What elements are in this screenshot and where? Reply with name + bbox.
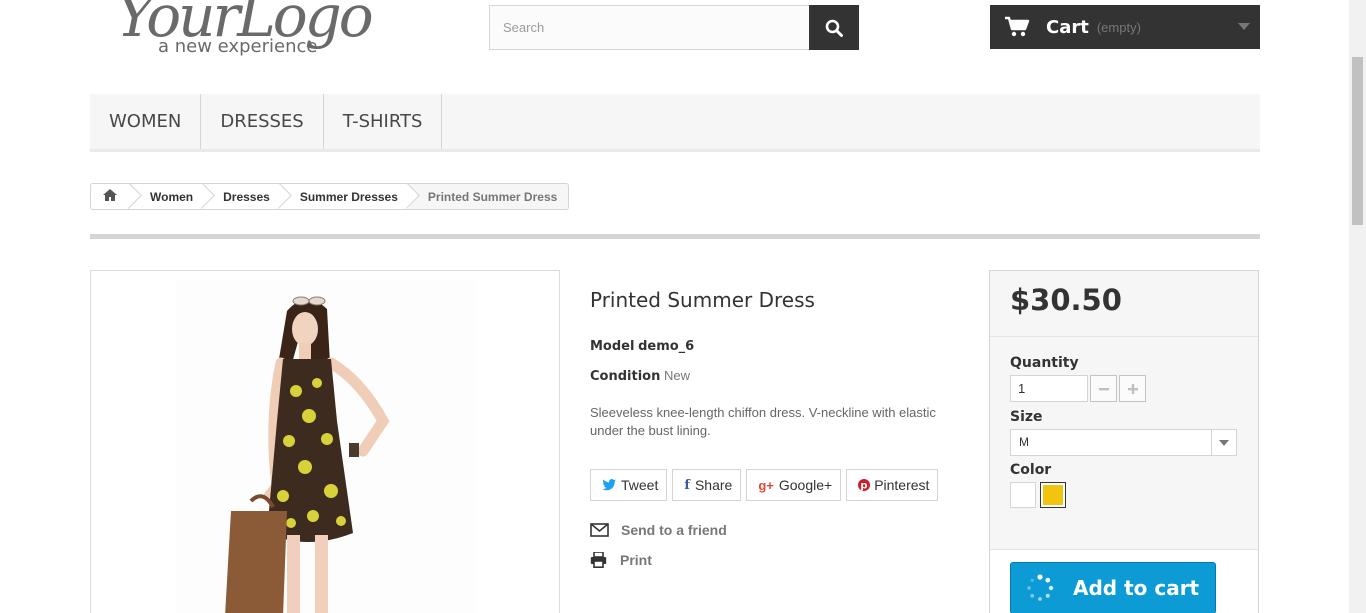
quantity-decrease-button[interactable] (1090, 375, 1117, 402)
scrollbar-thumb[interactable] (1352, 57, 1363, 225)
breadcrumb-label: Summer Dresses (299, 189, 398, 204)
buy-box: $30.50 Quantity Size M Color (989, 270, 1259, 613)
breadcrumb-home[interactable] (91, 184, 131, 209)
product-image[interactable] (90, 270, 560, 613)
quantity-stepper (1010, 375, 1238, 402)
product-description: Sleeveless knee-length chiffon dress. V-… (590, 405, 936, 438)
quantity-input[interactable] (1010, 375, 1088, 402)
svg-text:p: p (861, 481, 868, 492)
price-box: $30.50 (990, 271, 1258, 337)
color-picker (1010, 482, 1238, 508)
menu-item-dresses[interactable]: DRESSES (201, 94, 324, 149)
main-menu: WOMEN DRESSES T-SHIRTS (90, 94, 1260, 152)
pinterest-button[interactable]: p Pinterest (846, 469, 939, 501)
site-logo[interactable]: YourLogo a new experience (110, 0, 410, 58)
twitter-icon (602, 479, 616, 491)
logo-tagline: a new experience (158, 36, 317, 57)
breadcrumb-summer-dresses[interactable]: Summer Dresses (280, 184, 409, 209)
minus-icon (1098, 387, 1109, 390)
product-attributes: Quantity Size M Color (990, 337, 1258, 508)
menu-item-tshirts[interactable]: T-SHIRTS (324, 94, 443, 149)
send-to-friend-link[interactable]: Send to a friend (590, 515, 950, 545)
home-icon (103, 189, 117, 201)
search-input[interactable] (489, 5, 809, 50)
add-to-cart-area: Add to cart (990, 549, 1258, 613)
breadcrumb-current: Printed Summer Dress (408, 184, 569, 209)
cart-status: (empty) (1096, 19, 1141, 35)
printer-icon (590, 552, 607, 568)
breadcrumb-label: Dresses (223, 189, 270, 204)
color-label: Color (1010, 462, 1052, 478)
chevron-down-icon[interactable] (1211, 430, 1236, 455)
product-condition: Condition New (590, 368, 950, 384)
search-button[interactable] (809, 5, 859, 50)
facebook-share-button[interactable]: f Share (672, 469, 742, 501)
loading-spinner-icon (1027, 574, 1054, 601)
add-to-cart-button[interactable]: Add to cart (1010, 562, 1216, 613)
model-label: Model (590, 339, 635, 354)
product-price: $30.50 (1010, 283, 1122, 317)
color-swatch-yellow[interactable] (1040, 482, 1066, 508)
model-value: demo_6 (638, 339, 695, 354)
breadcrumb-women[interactable]: Women (131, 184, 205, 209)
quantity-increase-button[interactable] (1119, 375, 1146, 402)
quantity-label: Quantity (1010, 355, 1079, 371)
google-plus-icon: g+ (758, 477, 774, 493)
print-link[interactable]: Print (590, 545, 950, 575)
pinterest-label: Pinterest (874, 477, 930, 493)
envelope-icon (590, 523, 609, 537)
section-divider (90, 234, 1260, 239)
size-value: M (1019, 435, 1029, 449)
breadcrumb-label: Printed Summer Dress (427, 189, 558, 204)
facebook-icon: f (684, 477, 690, 493)
condition-value: New (663, 368, 690, 383)
dress-model-image (176, 281, 476, 613)
google-plus-label: Google+ (778, 477, 833, 493)
product-reference: Model demo_6 (590, 338, 950, 354)
cart-title: Cart (1046, 16, 1089, 38)
condition-label: Condition (590, 369, 661, 384)
breadcrumb: Women Dresses Summer Dresses Printed Sum… (90, 183, 570, 210)
breadcrumb-label: Women (150, 189, 194, 204)
share-label: Share (694, 477, 733, 493)
color-swatch-white[interactable] (1010, 482, 1036, 508)
chevron-down-icon[interactable] (1238, 23, 1250, 30)
breadcrumb-dresses[interactable]: Dresses (204, 184, 281, 209)
tweet-label: Tweet (621, 477, 659, 493)
search-icon (825, 19, 843, 37)
add-to-cart-label: Add to cart (1073, 576, 1200, 600)
tweet-button[interactable]: Tweet (590, 469, 668, 501)
product-links: Send to a friend Print (590, 515, 950, 575)
pinterest-icon: p (858, 479, 871, 492)
page-scrollbar[interactable] (1349, 0, 1366, 613)
search-form (489, 5, 859, 50)
product-info: Printed Summer Dress Model demo_6 Condit… (590, 288, 950, 575)
size-select[interactable]: M (1010, 429, 1237, 456)
cart-block[interactable]: Cart (empty) (990, 5, 1260, 49)
product-title: Printed Summer Dress (590, 288, 815, 312)
send-to-friend-label: Send to a friend (621, 522, 727, 538)
social-sharing: Tweet f Share g+ Google+ p Pinterest (590, 469, 950, 501)
google-plus-button[interactable]: g+ Google+ (746, 469, 842, 501)
size-label: Size (1010, 409, 1043, 425)
print-label: Print (620, 552, 652, 568)
menu-item-women[interactable]: WOMEN (90, 94, 202, 149)
shopping-cart-icon (1005, 16, 1030, 37)
plus-icon (1127, 383, 1138, 394)
